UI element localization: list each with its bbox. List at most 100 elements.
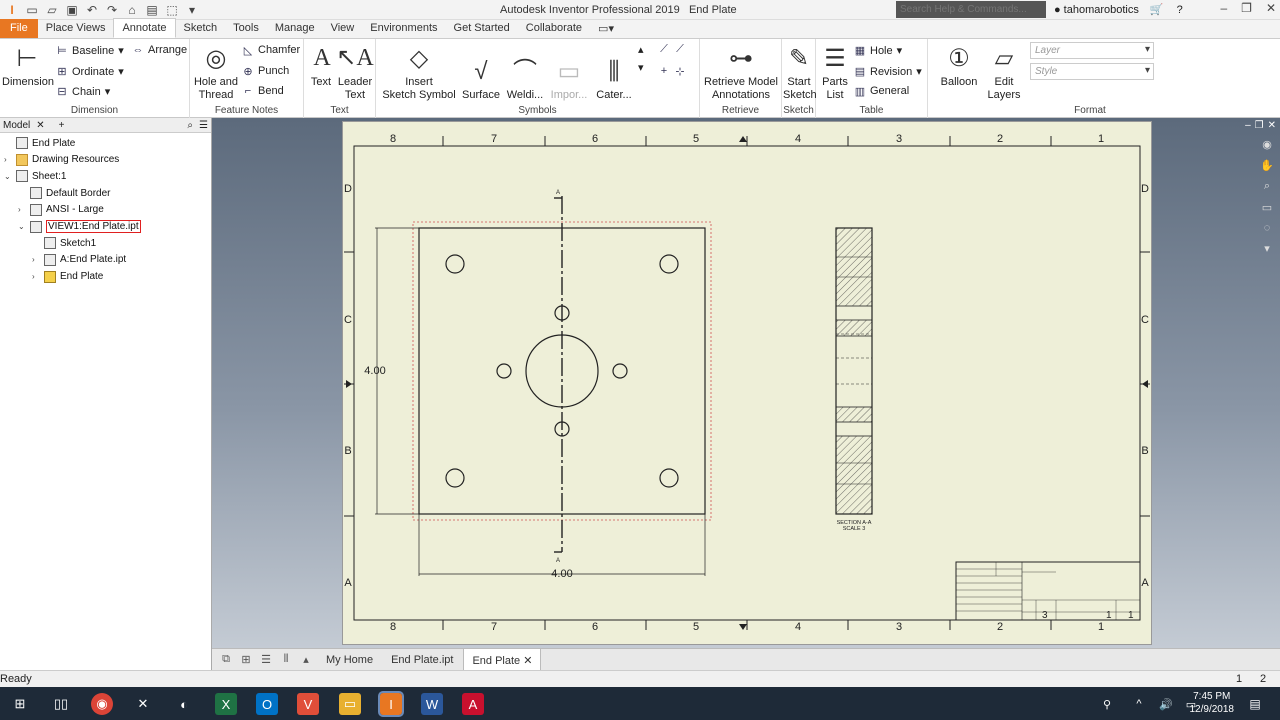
navbar-menu-icon[interactable]: ▾ <box>1264 242 1270 255</box>
zoom-window-icon[interactable]: ▭ <box>1262 201 1272 214</box>
ordinate-button[interactable]: ⊞ Ordinate ▾ <box>56 65 123 79</box>
open-icon[interactable]: ▱ <box>44 2 60 18</box>
browser-node[interactable]: › Drawing Resources <box>4 152 119 168</box>
punch-button[interactable]: ⊕ Punch <box>242 65 289 78</box>
browser-node[interactable]: End Plate <box>4 135 75 151</box>
expand-toggle-icon[interactable]: › <box>32 255 40 264</box>
tile-cascade-icon[interactable]: ⧉ <box>218 653 234 666</box>
inventor-taskbar-icon[interactable]: I <box>378 691 404 717</box>
save-icon[interactable]: ▣ <box>64 2 80 18</box>
undo-icon[interactable]: ↶ <box>84 2 100 18</box>
arrange-button[interactable]: ⇔ Arrange <box>132 44 188 56</box>
chain-button[interactable]: ⊟ Chain ▾ <box>56 85 110 99</box>
ribbon-display-options-icon[interactable]: ▭▾ <box>590 19 622 38</box>
volume-icon[interactable]: 🔊 <box>1155 693 1177 715</box>
home-icon[interactable]: ⌂ <box>124 2 140 18</box>
tab-tools[interactable]: Tools <box>225 19 267 38</box>
new-icon[interactable]: ▭ <box>24 2 40 18</box>
xmind-icon[interactable]: ✕ <box>132 693 154 715</box>
caterpillar-button[interactable]: ⫼ Cater... <box>592 55 636 102</box>
hole-thread-button[interactable]: ◎ Hole and Thread <box>192 42 240 102</box>
tile-horizontal-icon[interactable]: ☰ <box>258 653 274 666</box>
tab-view[interactable]: View <box>323 19 363 38</box>
hole-table-button[interactable]: ▦ Hole ▾ <box>854 44 902 58</box>
browser-node[interactable]: Default Border <box>18 185 110 201</box>
menu-icon[interactable]: ☰ <box>199 120 208 131</box>
close-icon[interactable]: ✕ <box>1266 1 1276 15</box>
word-icon[interactable]: W <box>421 693 443 715</box>
document-tab[interactable]: My Home <box>318 649 381 671</box>
text-button[interactable]: A Text <box>306 42 336 89</box>
expand-toggle-icon[interactable]: ⌄ <box>4 172 12 181</box>
document-tab[interactable]: End Plate.ipt <box>383 649 461 671</box>
insert-sketch-symbol-button[interactable]: ◇ Insert Sketch Symbol <box>380 42 458 102</box>
baseline-button[interactable]: ⊨ Baseline ▾ <box>56 44 124 58</box>
taskbar-clock[interactable]: 7:45 PM 12/9/2018 <box>1190 690 1235 716</box>
browser-tab-model[interactable]: Model <box>3 120 30 131</box>
center-mark-button[interactable]: + ⊹ <box>658 65 686 78</box>
drawing-svg[interactable]: 8877665544332211D DC CB BA AAA4.004.00SECTIO… <box>343 122 1153 646</box>
tab-collaborate[interactable]: Collaborate <box>518 19 590 38</box>
app-logo-icon[interactable]: I <box>4 2 20 18</box>
centerline-button[interactable]: ⟋ ⟋ <box>658 43 686 55</box>
chrome-icon[interactable]: ◉ <box>91 693 113 715</box>
fusion-icon[interactable]: ◐ <box>173 693 195 715</box>
restore-icon[interactable]: ❐ <box>1255 120 1264 131</box>
print-icon[interactable]: ▤ <box>144 2 160 18</box>
tab-environments[interactable]: Environments <box>362 19 445 38</box>
browser-node[interactable]: ⌄ VIEW1:End Plate.ipt <box>18 219 141 235</box>
vivaldi-icon[interactable]: V <box>297 693 319 715</box>
cart-icon[interactable]: 🛒 <box>1150 3 1164 16</box>
tile-vertical-icon[interactable]: ⫴ <box>278 653 294 666</box>
leader-text-button[interactable]: ↖A Leader Text <box>336 42 374 102</box>
tab-annotate[interactable]: Annotate <box>113 18 176 38</box>
bend-button[interactable]: ⌐ Bend <box>242 85 284 97</box>
expand-toggle-icon[interactable]: › <box>4 155 12 164</box>
browser-node[interactable]: › A:End Plate.ipt <box>32 252 126 268</box>
welding-button[interactable]: ⌒ Weldi... <box>504 55 546 102</box>
import-button[interactable]: ▭ Impor... <box>548 55 590 102</box>
minimize-icon[interactable]: – <box>1245 120 1251 131</box>
dimension-button[interactable]: ⊢ Dimension <box>2 42 54 89</box>
balloon-button[interactable]: ① Balloon <box>936 42 982 89</box>
close-icon[interactable]: ✕ <box>36 120 44 131</box>
customize-icon[interactable]: ▾ <box>184 2 200 18</box>
close-icon[interactable]: ✕ <box>1268 120 1276 131</box>
expand-toggle-icon[interactable]: › <box>32 272 40 281</box>
revision-table-button[interactable]: ▤ Revision ▾ <box>854 65 922 79</box>
browser-node[interactable]: ⌄ Sheet:1 <box>4 168 66 184</box>
tab-place-views[interactable]: Place Views <box>38 19 114 38</box>
general-table-button[interactable]: ▥ General <box>854 85 909 98</box>
steering-wheel-icon[interactable]: ◉ <box>1262 138 1272 151</box>
browser-node[interactable]: › ANSI - Large <box>18 202 104 218</box>
style-combo[interactable]: Style <box>1030 63 1154 80</box>
expand-toggle-icon[interactable]: ⌄ <box>18 222 26 231</box>
orbit-icon[interactable]: ◌ <box>1264 222 1271 234</box>
start-sketch-button[interactable]: ✎ Start Sketch <box>783 42 817 102</box>
tabs-menu-icon[interactable]: ▴ <box>298 653 314 666</box>
expand-toggle-icon[interactable]: › <box>18 205 26 214</box>
symbols-scroll-up[interactable]: ▴ <box>638 43 644 56</box>
search-icon[interactable]: ⌕ <box>187 120 193 131</box>
graphics-window[interactable]: – ❐ ✕ 8 8 7 7 6 6 5 5 4 4 3 3 2 2 1 1 D D C C B B A A A A 4.00 4.00… <box>212 118 1280 648</box>
parts-list-button[interactable]: ☰ Parts List <box>818 42 852 102</box>
drawing-sheet[interactable]: 8 8 7 7 6 6 5 5 4 4 3 3 2 2 1 1 D D C C B B A A A A 4.00 4.00 SECTIO… <box>342 121 1152 645</box>
symbols-scroll-down[interactable]: ▾ <box>638 61 644 74</box>
outlook-icon[interactable]: O <box>256 693 278 715</box>
browser-node[interactable]: Sketch1 <box>32 235 96 251</box>
chamfer-button[interactable]: ◺ Chamfer <box>242 44 300 57</box>
notifications-icon[interactable]: ▤ <box>1244 693 1266 715</box>
tray-expand-icon[interactable]: ^ <box>1128 693 1150 715</box>
file-explorer-icon[interactable]: ▭ <box>339 693 361 715</box>
measure-icon[interactable]: ⬚ <box>164 2 180 18</box>
excel-icon[interactable]: X <box>215 693 237 715</box>
browser-node[interactable]: › End Plate <box>32 269 103 285</box>
tab-manage[interactable]: Manage <box>267 19 323 38</box>
restore-icon[interactable]: ❐ <box>1241 1 1252 15</box>
user-account[interactable]: ● tahomarobotics 🛒? <box>1054 3 1183 17</box>
add-tab-icon[interactable]: + <box>59 120 65 131</box>
windows-start-icon[interactable]: ⊞ <box>9 693 31 715</box>
people-icon[interactable]: ⚲ <box>1096 693 1118 715</box>
redo-icon[interactable]: ↷ <box>104 2 120 18</box>
task-view-icon[interactable]: ▯▯ <box>50 693 72 715</box>
